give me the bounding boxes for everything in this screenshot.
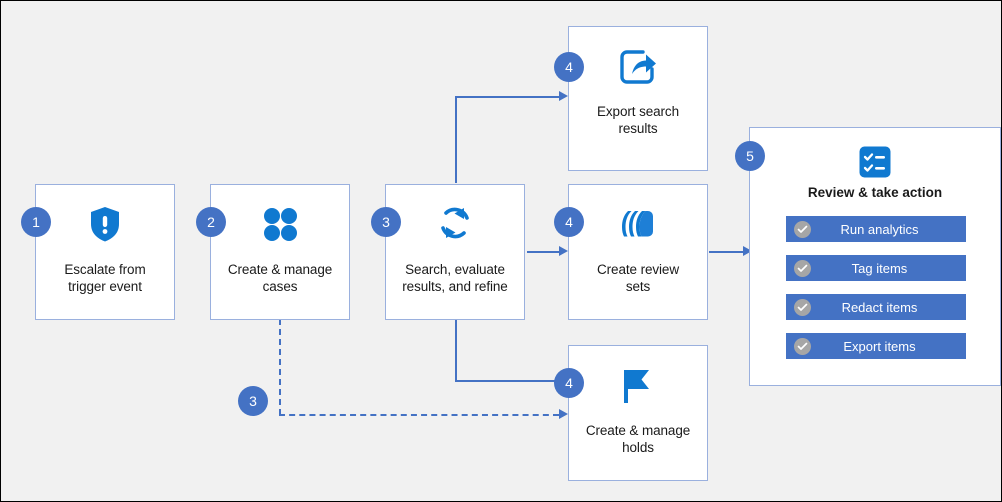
step-card-cases[interactable]: Create & manage cases	[210, 184, 350, 320]
step-card-label-line1: Create review	[597, 262, 679, 277]
step-badge-1: 1	[21, 207, 51, 237]
step-card-label-line2: cases	[262, 279, 298, 294]
four-dots-icon	[211, 201, 349, 247]
action-button-run-analytics[interactable]: Run analytics	[786, 216, 966, 242]
step-card-label-line1: Create & manage	[227, 262, 333, 277]
action-button-label: Tag items	[851, 260, 908, 276]
step-badge-5: 5	[735, 141, 765, 171]
checklist-icon	[750, 144, 1000, 180]
check-circle-icon	[794, 337, 811, 355]
step-badge-4-review-sets: 4	[554, 207, 584, 237]
step-card-export-search[interactable]: Export search results	[568, 26, 708, 171]
step-card-label-line2: sets	[625, 279, 651, 294]
action-button-label: Run analytics	[840, 221, 919, 237]
arrowhead-dashed-holds	[559, 409, 568, 419]
connector-step3-to-holds-horizontal	[455, 380, 559, 382]
step-badge-2: 2	[196, 207, 226, 237]
step-card-label-line1: Search, evaluate	[405, 262, 505, 277]
step-card-label-line1: Export search	[597, 104, 679, 119]
review-panel-title: Review & take action	[807, 185, 943, 200]
step-badge-3: 3	[371, 207, 401, 237]
step-card-escalate[interactable]: Escalate from trigger event	[35, 184, 175, 320]
stacked-layers-icon	[569, 201, 707, 247]
action-button-redact-items[interactable]: Redact items	[786, 294, 966, 320]
step-badge-4-holds: 4	[554, 368, 584, 398]
connector-reviewsets-to-panel	[709, 251, 743, 253]
flag-icon	[569, 362, 707, 408]
arrowhead-create-review-sets	[559, 246, 568, 256]
action-button-label: Export items	[843, 338, 916, 354]
action-button-label: Redact items	[841, 299, 918, 315]
review-panel[interactable]: Review & take action Run analytics Tag i…	[749, 127, 1001, 386]
step-badge-4-export: 4	[554, 52, 584, 82]
step-card-review-sets[interactable]: Create review sets	[568, 184, 708, 320]
share-export-icon	[569, 45, 707, 89]
step-card-label-line2: holds	[622, 440, 654, 455]
connector-step3-to-export-vertical	[455, 97, 457, 183]
connector-dashed-horizontal	[279, 414, 559, 416]
diagram-canvas: Escalate from trigger event 1 Create & m…	[0, 0, 1002, 502]
step-card-label-line2: trigger event	[68, 279, 142, 294]
step-card-label-line1: Create & manage	[585, 423, 691, 438]
connector-step3-to-export-horizontal	[455, 96, 559, 98]
check-circle-icon	[794, 298, 811, 316]
step-badge-3-dashed: 3	[238, 386, 268, 416]
step-card-label-line2: results	[618, 121, 658, 136]
step-card-label-line1: Escalate from	[64, 262, 146, 277]
action-button-tag-items[interactable]: Tag items	[786, 255, 966, 281]
step-card-search[interactable]: Search, evaluate results, and refine	[385, 184, 525, 320]
connector-dashed-vertical	[279, 319, 281, 415]
shield-alert-icon	[36, 201, 174, 247]
arrowhead-export-search	[559, 91, 568, 101]
check-circle-icon	[794, 220, 811, 238]
sync-refresh-icon	[386, 199, 524, 247]
step-card-label-line2: results, and refine	[402, 279, 508, 294]
connector-step3-to-holds-vertical	[455, 319, 457, 381]
action-button-export-items[interactable]: Export items	[786, 333, 966, 359]
connector-step3-to-reviewsets	[527, 251, 559, 253]
check-circle-icon	[794, 259, 811, 277]
step-card-holds[interactable]: Create & manage holds	[568, 345, 708, 481]
